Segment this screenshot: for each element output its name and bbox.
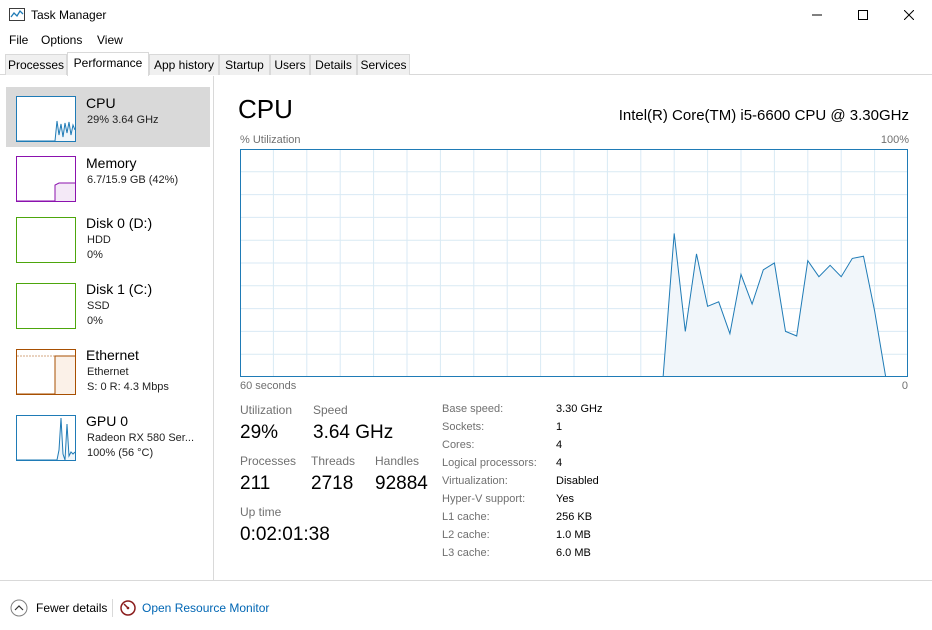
sidebar-item-ethernet[interactable]: Ethernet Ethernet S: 0 R: 4.3 Mbps: [6, 339, 210, 405]
sidebar-item-disk0[interactable]: Disk 0 (D:) HDD 0%: [6, 207, 210, 273]
graph-y-max-label: 100%: [880, 134, 909, 146]
sidebar-item-detail: Radeon RX 580 Ser...: [87, 432, 195, 444]
cpu-model-name: Intel(R) Core(TM) i5-6600 CPU @ 3.30GHz: [618, 107, 909, 124]
graph-x-min-label: 0: [901, 380, 908, 392]
gpu-thumbnail-graph: [16, 415, 76, 461]
sidebar-item-detail: 29% 3.64 GHz: [87, 114, 159, 126]
sidebar-item-detail: 0%: [87, 315, 103, 327]
spec-value: Yes: [556, 493, 574, 505]
open-resource-monitor-link[interactable]: Open Resource Monitor: [120, 597, 269, 619]
tab-performance[interactable]: Performance: [67, 52, 149, 76]
sidebar-item-detail: 100% (56 °C): [87, 447, 154, 459]
tab-startup[interactable]: Startup: [219, 54, 270, 75]
utilization-value: 29%: [240, 422, 279, 443]
sidebar-item-detail: 0%: [87, 249, 103, 261]
spec-value: 3.30 GHz: [556, 403, 603, 415]
spec-label: Virtualization:: [442, 475, 508, 487]
disk0-thumbnail-graph: [16, 217, 76, 263]
spec-label: L3 cache:: [442, 547, 490, 559]
minimize-icon: [812, 14, 822, 16]
spec-value: 4: [556, 457, 563, 469]
sidebar-item-cpu[interactable]: CPU 29% 3.64 GHz: [6, 87, 210, 147]
resource-monitor-icon: [120, 600, 136, 616]
sidebar-item-title: Memory: [86, 155, 137, 171]
tab-users[interactable]: Users: [270, 54, 310, 75]
menu-file[interactable]: File: [9, 33, 28, 47]
speed-value: 3.64 GHz: [313, 422, 394, 443]
close-button[interactable]: [886, 0, 932, 30]
window-title: Task Manager: [31, 8, 107, 22]
maximize-button[interactable]: [840, 0, 886, 30]
sidebar-item-detail: S: 0 R: 4.3 Mbps: [87, 381, 169, 393]
menu-bar: File Options View: [0, 31, 932, 49]
speed-label: Speed: [313, 403, 348, 417]
tab-app-history[interactable]: App history: [149, 54, 219, 75]
handles-label: Handles: [375, 454, 420, 468]
close-icon: [904, 10, 914, 20]
spec-label: Sockets:: [442, 421, 485, 433]
tab-services[interactable]: Services: [357, 54, 410, 75]
handles-value: 92884: [375, 473, 428, 494]
spec-value: 256 KB: [556, 511, 593, 523]
sidebar-item-detail: Ethernet: [87, 366, 129, 378]
disk1-thumbnail-graph: [16, 283, 76, 329]
ethernet-thumbnail-graph: [16, 349, 76, 395]
spec-label: L1 cache:: [442, 511, 490, 523]
spec-label: Hyper-V support:: [442, 493, 526, 505]
spec-label: Logical processors:: [442, 457, 537, 469]
memory-thumbnail-graph: [16, 156, 76, 202]
footer-bar: Fewer details Open Resource Monitor: [0, 580, 932, 630]
sidebar-item-disk1[interactable]: Disk 1 (C:) SSD 0%: [6, 273, 210, 339]
cpu-detail-panel: CPU Intel(R) Core(TM) i5-6600 CPU @ 3.30…: [214, 76, 932, 580]
threads-value: 2718: [311, 473, 354, 494]
sidebar-item-detail: SSD: [87, 300, 110, 312]
tab-details[interactable]: Details: [310, 54, 357, 75]
graph-y-label: % Utilization: [240, 134, 301, 146]
tab-bar: Processes Performance App history Startu…: [0, 52, 932, 76]
spec-value: 4: [556, 439, 563, 451]
processes-value: 211: [240, 473, 271, 494]
page-title: CPU: [238, 94, 293, 124]
spec-label: Cores:: [442, 439, 475, 451]
sidebar-item-detail: 6.7/15.9 GB (42%): [87, 174, 179, 186]
sidebar-item-title: GPU 0: [86, 413, 129, 429]
minimize-button[interactable]: [794, 0, 840, 30]
cpu-thumbnail-graph: [16, 96, 76, 142]
sidebar-item-title: CPU: [86, 95, 116, 111]
uptime-value: 0:02:01:38: [240, 524, 330, 545]
sidebar-item-title: Disk 1 (C:): [86, 281, 153, 297]
uptime-label: Up time: [240, 505, 282, 519]
cpu-utilization-graph: [240, 149, 908, 377]
sidebar-item-gpu0[interactable]: GPU 0 Radeon RX 580 Ser... 100% (56 °C): [6, 405, 210, 471]
spec-value: 1: [556, 421, 563, 433]
menu-view[interactable]: View: [97, 33, 123, 47]
fewer-details-label: Fewer details: [36, 601, 108, 615]
processes-label: Processes: [240, 454, 297, 468]
fewer-details-button[interactable]: Fewer details: [10, 597, 107, 619]
spec-value: 6.0 MB: [556, 547, 591, 559]
maximize-icon: [858, 10, 868, 20]
menu-options[interactable]: Options: [41, 33, 82, 47]
task-manager-icon: [9, 8, 25, 21]
sidebar-item-title: Ethernet: [86, 347, 139, 363]
sidebar-item-detail: HDD: [87, 234, 111, 246]
tab-processes[interactable]: Processes: [5, 54, 67, 75]
utilization-label: Utilization: [240, 403, 293, 417]
performance-sidebar: CPU 29% 3.64 GHz Memory 6.7/15.9 GB (42%…: [0, 76, 214, 580]
chevron-up-icon: [10, 599, 28, 617]
title-bar: Task Manager: [0, 0, 932, 30]
open-resource-monitor-label: Open Resource Monitor: [142, 601, 270, 615]
spec-label: Base speed:: [442, 403, 504, 415]
threads-label: Threads: [311, 454, 356, 468]
graph-x-label: 60 seconds: [240, 380, 297, 392]
spec-label: L2 cache:: [442, 529, 490, 541]
sidebar-item-memory[interactable]: Memory 6.7/15.9 GB (42%): [6, 147, 210, 207]
spec-value: 1.0 MB: [556, 529, 591, 541]
spec-value: Disabled: [556, 475, 599, 487]
sidebar-item-title: Disk 0 (D:): [86, 215, 153, 231]
footer-divider: [112, 599, 113, 617]
